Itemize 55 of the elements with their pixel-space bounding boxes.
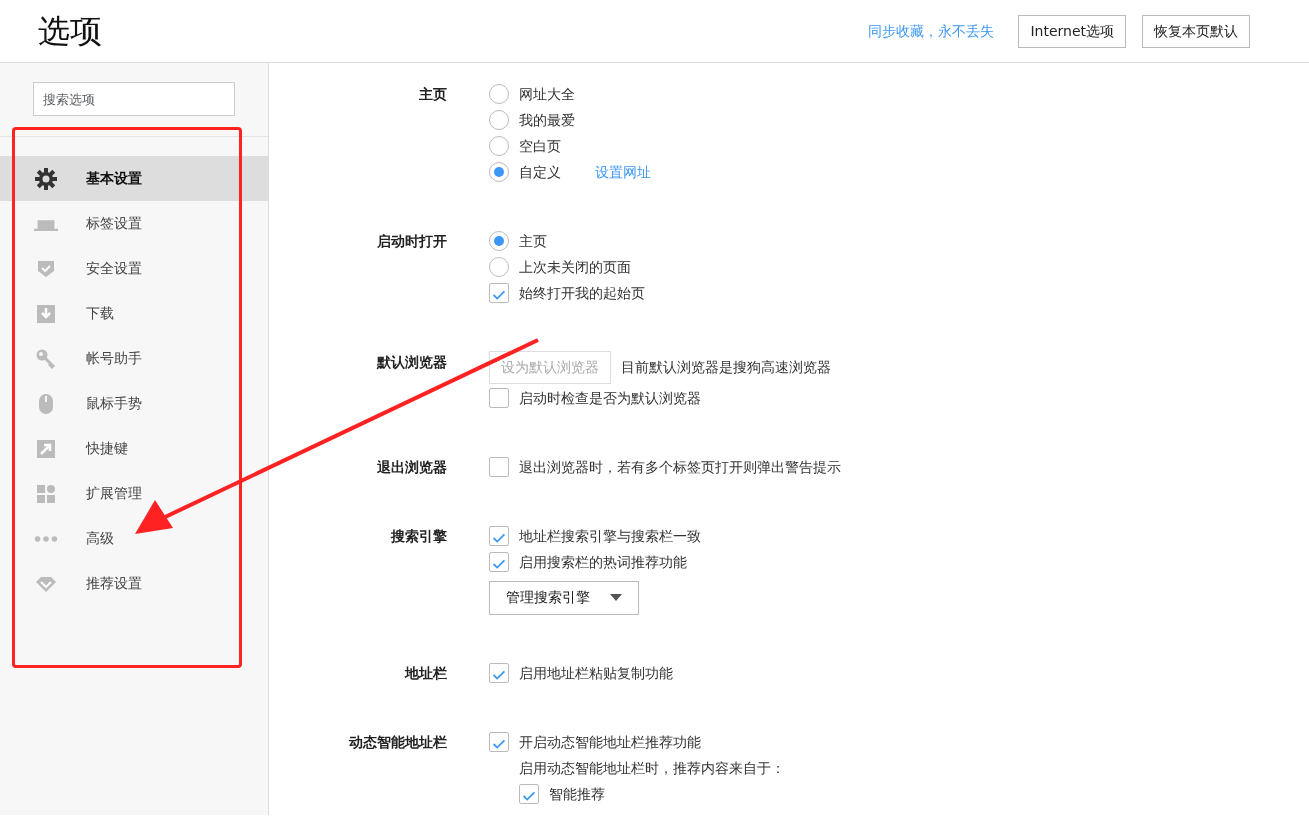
note-text: 启用动态智能地址栏时，推荐内容来自于：	[519, 758, 785, 778]
radio-button[interactable]	[489, 231, 509, 251]
dots-icon	[34, 535, 58, 542]
checkbox[interactable]	[489, 663, 509, 683]
checkbox[interactable]	[519, 784, 539, 804]
option-label: 开启动态智能地址栏推荐功能	[519, 732, 701, 752]
option-label: 空白页	[519, 136, 561, 156]
radio-button[interactable]	[489, 257, 509, 277]
radio-button[interactable]	[489, 84, 509, 104]
sidebar-item[interactable]: 鼠标手势	[0, 381, 268, 426]
radio-button[interactable]	[489, 162, 509, 182]
restore-defaults-button[interactable]: 恢复本页默认	[1142, 14, 1250, 48]
sidebar-item[interactable]: 标签设置	[0, 201, 268, 246]
checkbox[interactable]	[489, 457, 509, 477]
sidebar-item[interactable]: 推荐设置	[0, 561, 268, 606]
sidebar-item[interactable]: 安全设置	[0, 246, 268, 291]
section-label: 地址栏	[403, 664, 447, 683]
option-label: 启用搜索栏的热词推荐功能	[519, 552, 687, 572]
search-field[interactable]: 搜索选项	[33, 82, 235, 116]
option-label: 我的最爱	[519, 110, 575, 130]
option-label: 自定义	[519, 162, 561, 182]
section-label: 主页	[418, 85, 447, 104]
section-label: 退出浏览器	[376, 458, 447, 477]
option-label: 主页	[519, 231, 547, 251]
option-label: 地址栏搜索引擎与搜索栏一致	[519, 526, 701, 546]
sidebar-item[interactable]: 快捷键	[0, 426, 268, 471]
section-label: 搜索引擎	[390, 527, 447, 546]
option-label: 始终打开我的起始页	[519, 283, 645, 303]
manage-search-engines-dropdown[interactable]: 管理搜索引擎	[489, 580, 639, 615]
section-label: 默认浏览器	[375, 353, 447, 372]
page-title: 选项	[38, 11, 102, 52]
option-label: 智能推荐	[549, 784, 605, 804]
option-label: 启用地址栏粘贴复制功能	[519, 663, 673, 683]
sidebar-item[interactable]: 帐号助手	[0, 336, 268, 381]
gear-icon	[34, 166, 58, 191]
checkbox[interactable]	[489, 552, 509, 572]
sidebar-item[interactable]: 基本设置	[0, 156, 268, 201]
sidebar-item[interactable]: 高级	[0, 516, 268, 561]
checkbox[interactable]	[489, 526, 509, 546]
radio-button[interactable]	[489, 110, 509, 130]
status-text: 目前默认浏览器是搜狗高速浏览器	[621, 357, 831, 377]
option-label: 启动时检查是否为默认浏览器	[519, 388, 701, 408]
option-label: 网址大全	[519, 84, 575, 104]
checkbox[interactable]	[489, 283, 509, 303]
checkbox[interactable]	[489, 388, 509, 408]
caret-icon	[610, 594, 622, 601]
sidebar-item[interactable]: 扩展管理	[0, 471, 268, 516]
section-label: 启动时打开	[376, 232, 447, 251]
option-label: 上次未关闭的页面	[519, 257, 631, 277]
sidebar-item[interactable]: 下载	[0, 291, 268, 336]
internet-options-button[interactable]: Internet选项	[1018, 14, 1126, 48]
option-label: 退出浏览器时，若有多个标签页打开则弹出警告提示	[519, 457, 841, 477]
radio-button[interactable]	[489, 136, 509, 156]
checkbox[interactable]	[489, 732, 509, 752]
section-label: 动态智能地址栏	[348, 733, 447, 752]
